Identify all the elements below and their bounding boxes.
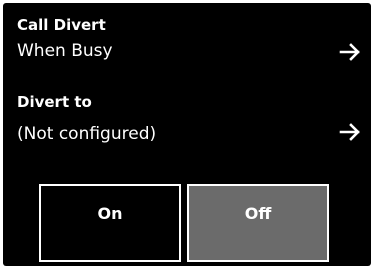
divert-to-heading: Divert to (17, 93, 92, 111)
on-button-label: On (97, 204, 123, 223)
on-button[interactable]: On (39, 184, 181, 262)
off-button-label: Off (244, 204, 272, 223)
call-divert-value: When Busy (17, 41, 113, 61)
divert-to-row[interactable]: Divert to (Not configured) (9, 88, 365, 158)
off-button[interactable]: Off (187, 184, 329, 262)
call-divert-row[interactable]: Call Divert When Busy (9, 13, 365, 69)
call-divert-screen: Call Divert When Busy Divert to (Not con… (3, 3, 371, 266)
divert-to-value: (Not configured) (17, 124, 157, 144)
call-divert-heading: Call Divert (17, 16, 106, 34)
arrow-right-icon[interactable] (339, 121, 361, 143)
arrow-right-icon[interactable] (339, 41, 361, 63)
